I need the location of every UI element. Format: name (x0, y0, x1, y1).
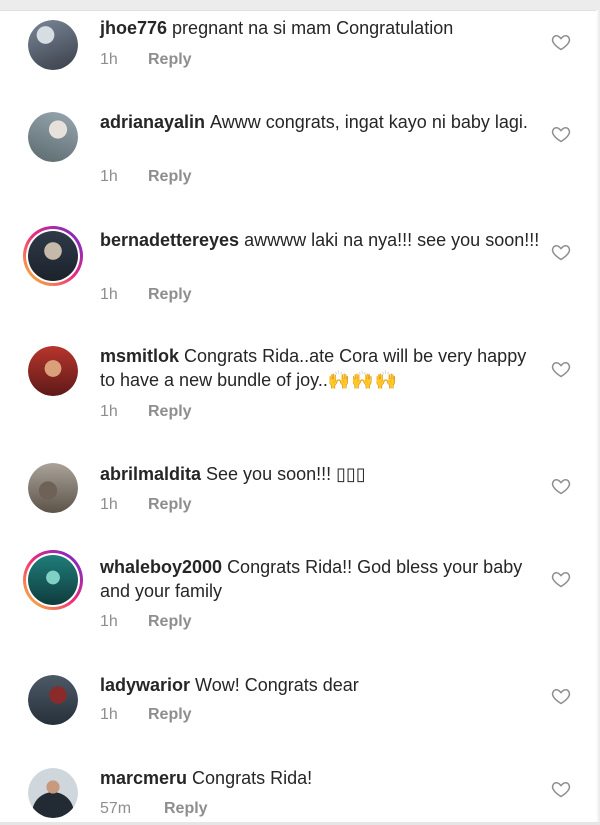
comment-username[interactable]: adrianayalin (100, 112, 205, 132)
avatar-image (28, 346, 78, 396)
avatar[interactable] (28, 768, 78, 818)
avatar[interactable] (28, 112, 78, 162)
emoji-raising-hands: 🙌🙌🙌 (327, 370, 399, 390)
reply-button[interactable]: Reply (148, 613, 192, 630)
comment-username[interactable]: msmitlok (100, 346, 179, 366)
comment-username[interactable]: bernadettereyes (100, 230, 239, 250)
comment-body: See you soon!!! ▯▯▯ (206, 464, 366, 484)
avatar-image (28, 20, 78, 70)
heart-outline-icon[interactable] (551, 476, 571, 496)
reply-button[interactable]: Reply (148, 168, 192, 185)
comment-text: bernadettereyes awwww laki na nya!!! see … (100, 228, 540, 252)
reply-button[interactable]: Reply (148, 706, 192, 723)
heart-outline-icon[interactable] (551, 569, 571, 589)
comment-text: abrilmaldita See you soon!!! ▯▯▯ (100, 462, 540, 486)
comment-username[interactable]: marcmeru (100, 768, 187, 788)
comment-time: 1h (100, 706, 118, 723)
comment-text: adrianayalin Awww congrats, ingat kayo ni… (100, 110, 540, 134)
heart-outline-icon[interactable] (551, 779, 571, 799)
avatar[interactable] (28, 20, 78, 70)
reply-button[interactable]: Reply (148, 51, 192, 68)
reply-button[interactable]: Reply (148, 286, 192, 303)
comment-meta: 1h Reply (100, 286, 192, 304)
comment-meta: 1h Reply (100, 496, 192, 514)
scrollbar-track[interactable] (596, 10, 600, 822)
top-bar-edge (0, 0, 600, 11)
comment-meta: 1h Reply (100, 613, 192, 631)
avatar-with-story-ring[interactable] (23, 226, 83, 286)
comment-username[interactable]: abrilmaldita (100, 464, 201, 484)
comment-body: Congrats Rida! (192, 768, 313, 788)
comment-text: msmitlok Congrats Rida..ate Cora will be … (100, 344, 540, 392)
heart-outline-icon[interactable] (551, 359, 571, 379)
avatar[interactable] (28, 463, 78, 513)
comment-time: 1h (100, 613, 118, 630)
reply-button[interactable]: Reply (148, 496, 192, 513)
avatar-image (28, 231, 78, 281)
comment-meta: 1h Reply (100, 51, 192, 69)
comment-time: 1h (100, 496, 118, 513)
heart-outline-icon[interactable] (551, 242, 571, 262)
comment-username[interactable]: ladywarior (100, 675, 190, 695)
avatar-with-story-ring[interactable] (23, 550, 83, 610)
heart-outline-icon[interactable] (551, 124, 571, 144)
reply-button[interactable]: Reply (164, 800, 208, 817)
avatar[interactable] (28, 346, 78, 396)
heart-outline-icon[interactable] (551, 686, 571, 706)
avatar-image (28, 463, 78, 513)
comment-meta: 1h Reply (100, 706, 192, 724)
comment-body: Wow! Congrats dear (195, 675, 359, 695)
comment-body: awwww laki na nya!!! see you soon!!! (244, 230, 540, 250)
comment-text: marcmeru Congrats Rida! (100, 766, 540, 790)
heart-outline-icon[interactable] (551, 32, 571, 52)
reply-button[interactable]: Reply (148, 403, 192, 420)
comment-body: Awww congrats, ingat kayo ni baby lagi. (210, 112, 528, 132)
avatar-image (28, 555, 78, 605)
comment-time: 57m (100, 800, 132, 817)
avatar[interactable] (28, 675, 78, 725)
avatar-image (28, 675, 78, 725)
comment-time: 1h (100, 286, 118, 303)
comment-text: whaleboy2000 Congrats Rida!! God bless yo… (100, 555, 540, 603)
comment-text: jhoe776 pregnant na si mam Congratulation (100, 16, 540, 40)
comment-body: pregnant na si mam Congratulation (172, 18, 454, 38)
comment-time: 1h (100, 168, 118, 185)
comment-username[interactable]: jhoe776 (100, 18, 167, 38)
comment-meta: 1h Reply (100, 168, 192, 186)
comment-text: ladywarior Wow! Congrats dear (100, 673, 540, 697)
comment-time: 1h (100, 51, 118, 68)
avatar-image (28, 768, 78, 818)
comment-meta: 57m Reply (100, 800, 208, 818)
comment-time: 1h (100, 403, 118, 420)
comment-username[interactable]: whaleboy2000 (100, 557, 222, 577)
comment-meta: 1h Reply (100, 403, 192, 421)
avatar-image (28, 112, 78, 162)
